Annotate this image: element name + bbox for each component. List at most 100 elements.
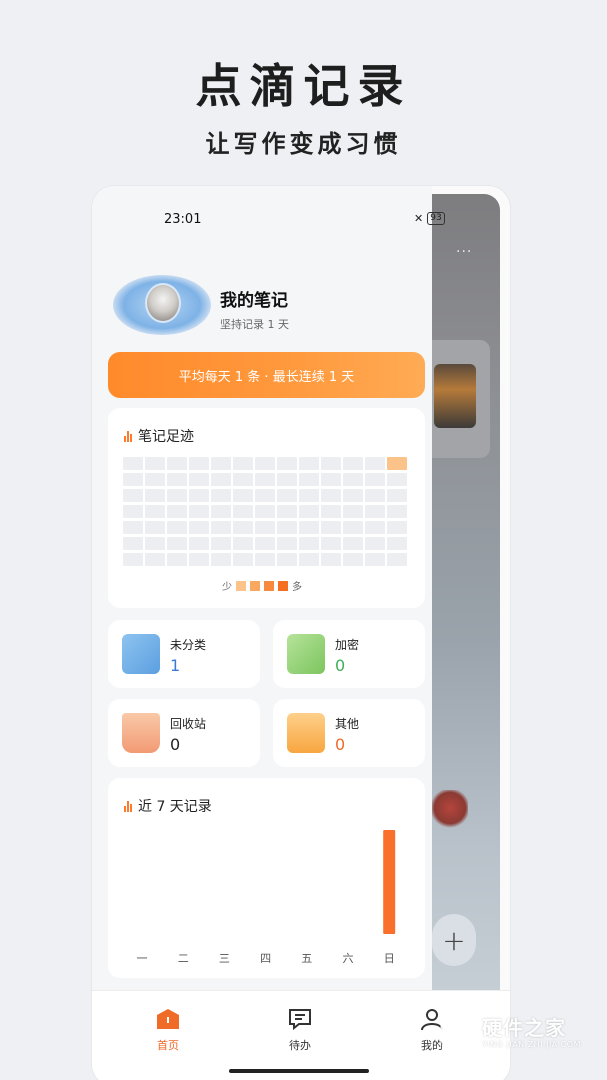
- tab-todo[interactable]: 待办: [270, 1007, 330, 1053]
- heatmap-cell: [145, 489, 165, 502]
- heatmap-cell: [255, 457, 275, 470]
- heatmap-cell: [255, 553, 275, 566]
- category-label: 未分类: [170, 638, 207, 652]
- heatmap-cell: [299, 473, 319, 486]
- heatmap-cell: [255, 505, 275, 518]
- heatmap-cell: [321, 537, 341, 550]
- heatmap-cell: [167, 537, 187, 550]
- category-count: 0: [170, 735, 181, 754]
- hexagon-logo-icon: [440, 1012, 476, 1052]
- heatmap-cell: [211, 537, 231, 550]
- background-app: ··· +: [432, 194, 500, 1004]
- heatmap-cell: [277, 489, 297, 502]
- heatmap-cell: [189, 505, 209, 518]
- more-options-icon[interactable]: ···: [456, 244, 472, 260]
- heatmap-cell: [233, 457, 253, 470]
- heatmap-cell: [277, 473, 297, 486]
- heatmap-cell: [233, 473, 253, 486]
- heatmap-cell: [211, 473, 231, 486]
- status-time: 23:01: [164, 212, 202, 227]
- orange-folder-icon: [287, 713, 325, 753]
- heatmap-cell: [123, 489, 143, 502]
- category-label: 回收站: [170, 717, 207, 731]
- x-tick-label: 一: [137, 952, 148, 965]
- heatmap-cell: [299, 489, 319, 502]
- heatmap-cell: [189, 489, 209, 502]
- note-thumbnail: [434, 364, 476, 428]
- heatmap-cell: [277, 537, 297, 550]
- heatmap-cell: [145, 537, 165, 550]
- heatmap-cell: [343, 489, 363, 502]
- heatmap-cell: [211, 457, 231, 470]
- heatmap-cell: [145, 457, 165, 470]
- heatmap-cell: [167, 473, 187, 486]
- promo-subtitle: 让写作变成习惯: [205, 129, 402, 158]
- heatmap-cell: [123, 457, 143, 470]
- heatmap-cell: [299, 521, 319, 534]
- heatmap-cell: [167, 457, 187, 470]
- avatar-frame: [113, 275, 211, 335]
- battery-icon: 93: [427, 212, 445, 225]
- heatmap-cell: [387, 537, 407, 550]
- heatmap-cell: [167, 521, 187, 534]
- heatmap-cell: [145, 553, 165, 566]
- heatmap-cell: [189, 553, 209, 566]
- heatmap-cell: [299, 553, 319, 566]
- heatmap-cell: [123, 553, 143, 566]
- category-other[interactable]: 其他 0: [273, 699, 425, 767]
- category-recycle-bin[interactable]: 回收站 0: [108, 699, 260, 767]
- heatmap-title: 笔记足迹: [138, 429, 194, 445]
- green-lock-notebook-icon: [287, 634, 325, 674]
- no-signal-icon: ✕: [414, 212, 424, 225]
- heatmap-cell: [365, 489, 385, 502]
- heatmap-cell: [299, 537, 319, 550]
- add-note-button[interactable]: +: [432, 914, 476, 966]
- heatmap-cell: [299, 457, 319, 470]
- category-count: 1: [170, 656, 181, 675]
- heatmap-cell: [299, 505, 319, 518]
- promo-title: 点滴记录: [195, 59, 412, 113]
- blue-notebook-icon: [122, 634, 160, 674]
- category-uncategorized[interactable]: 未分类 1: [108, 620, 260, 688]
- streak-banner: 平均每天 1 条 · 最长连续 1 天: [108, 352, 425, 398]
- heatmap-cell: [233, 505, 253, 518]
- heatmap-header: 笔记足迹: [124, 426, 194, 446]
- weekly-bar-chart: 一二三四五六日: [137, 830, 396, 965]
- category-label: 加密: [335, 638, 360, 652]
- heatmap-cell: [123, 505, 143, 518]
- heatmap-cell: [365, 521, 385, 534]
- heatmap-cell: [145, 521, 165, 534]
- recycle-bin-icon: [122, 713, 160, 753]
- phone-frame: ··· + 23:01 ✕ 93 我的笔记 坚持记录 1 天 平均每天 1 条 …: [92, 186, 510, 1080]
- heatmap-cell: [145, 505, 165, 518]
- heatmap-cell: [255, 473, 275, 486]
- x-tick-label: 日: [384, 952, 395, 965]
- heatmap-cell: [321, 553, 341, 566]
- tab-home[interactable]: 首页: [138, 1007, 198, 1053]
- heatmap-cell: [211, 505, 231, 518]
- heatmap-cell: [365, 553, 385, 566]
- heatmap-cell: [255, 489, 275, 502]
- category-encrypted[interactable]: 加密 0: [273, 620, 425, 688]
- category-label: 其他: [335, 717, 360, 731]
- chat-todo-icon: [287, 1007, 313, 1031]
- heatmap-cell: [321, 521, 341, 534]
- heatmap-cell: [343, 505, 363, 518]
- tab-label: 首页: [157, 1039, 179, 1052]
- avatar[interactable]: [112, 274, 212, 336]
- heatmap-cell: [343, 457, 363, 470]
- heatmap-cell: [233, 553, 253, 566]
- heatmap-cell: [387, 553, 407, 566]
- heatmap-cell: [277, 521, 297, 534]
- legend-high-label: 多: [292, 582, 302, 593]
- profile-name: 我的笔记: [220, 291, 288, 311]
- home-indicator: [229, 1069, 369, 1073]
- heatmap-legend: 少 多: [222, 578, 302, 593]
- x-tick-label: 三: [219, 952, 230, 965]
- heatmap-cell: [365, 457, 385, 470]
- x-tick-label: 六: [343, 952, 354, 965]
- background-note-card[interactable]: [432, 340, 490, 458]
- heatmap-cell: [189, 521, 209, 534]
- heatmap-cell: [211, 521, 231, 534]
- heatmap-cell: [343, 473, 363, 486]
